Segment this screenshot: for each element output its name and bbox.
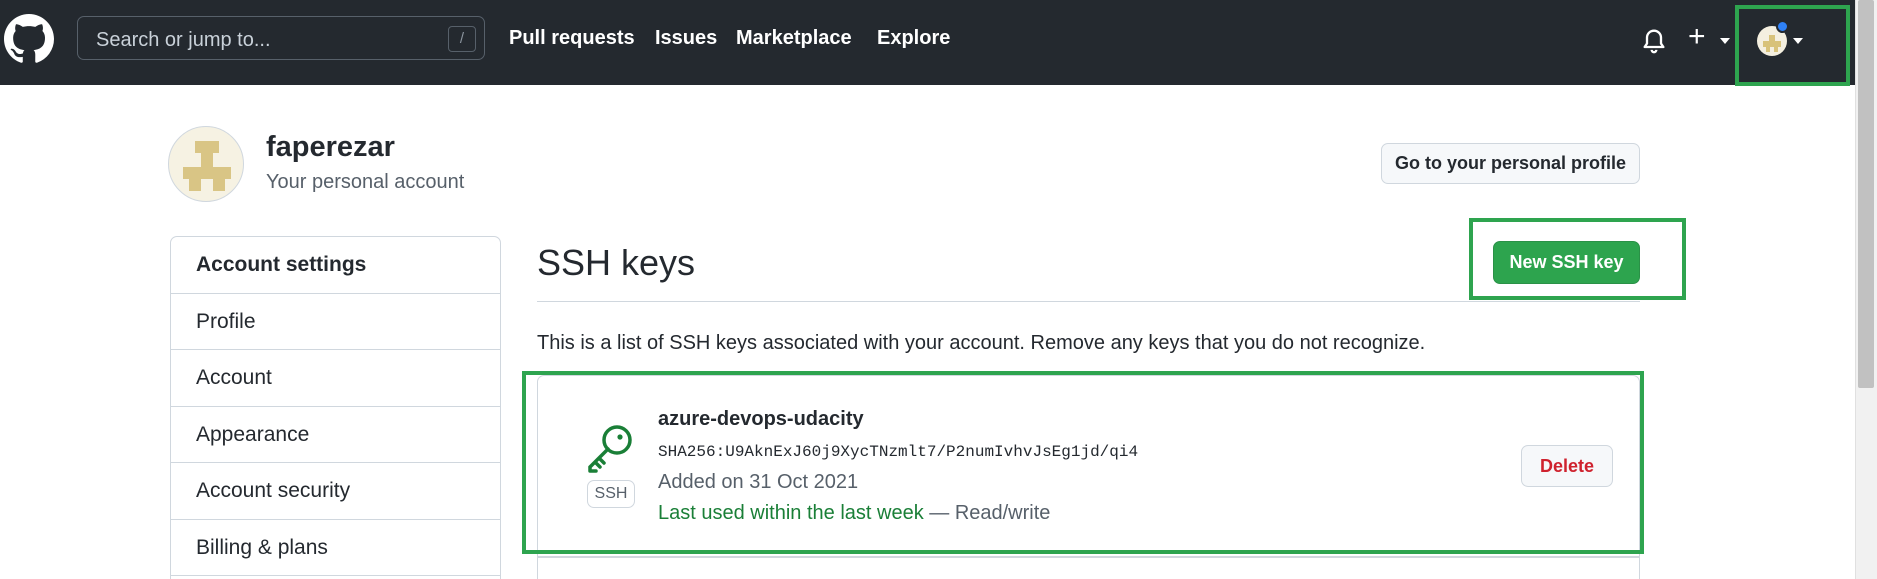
next-key-card — [537, 557, 1640, 579]
profile-username[interactable]: faperezar — [266, 131, 395, 164]
create-new-plus-icon[interactable]: + — [1688, 22, 1706, 52]
bell-icon[interactable] — [1640, 26, 1668, 54]
profile-avatar — [168, 126, 244, 202]
nav-pull-requests[interactable]: Pull requests — [509, 27, 635, 50]
search-input[interactable]: Search or jump to... / — [77, 16, 485, 60]
page-title: SSH keys — [537, 242, 696, 283]
search-placeholder: Search or jump to... — [96, 29, 271, 51]
nav-marketplace[interactable]: Marketplace — [736, 27, 852, 50]
sidebar-item-billing-plans[interactable]: Billing & plans — [171, 520, 500, 576]
search-shortcut-key: / — [448, 26, 476, 52]
top-header: Search or jump to... / Pull requests Iss… — [0, 0, 1855, 85]
nav-explore[interactable]: Explore — [877, 27, 950, 50]
highlight-box-avatar — [1735, 5, 1850, 86]
github-logo-icon[interactable] — [4, 14, 54, 64]
nav-issues[interactable]: Issues — [655, 27, 717, 50]
scrollbar-thumb[interactable] — [1858, 0, 1874, 388]
sidebar-item-profile[interactable]: Profile — [171, 294, 500, 350]
sidebar-item-account[interactable]: Account — [171, 350, 500, 407]
sidebar-item-account-security[interactable]: Account security — [171, 463, 500, 520]
profile-subtitle: Your personal account — [266, 171, 465, 193]
identicon-large-icon — [183, 141, 231, 191]
sidebar-item-appearance[interactable]: Appearance — [171, 407, 500, 463]
create-new-caret-icon[interactable] — [1720, 38, 1730, 44]
go-to-profile-button[interactable]: Go to your personal profile — [1381, 143, 1640, 184]
settings-sidebar: Account settings Profile Account Appeara… — [170, 236, 501, 579]
sidebar-heading-account-settings: Account settings — [171, 237, 500, 294]
highlight-box-key-card — [522, 371, 1644, 554]
title-divider — [537, 301, 1640, 302]
ssh-keys-description: This is a list of SSH keys associated wi… — [537, 332, 1426, 354]
highlight-box-new-key — [1469, 218, 1686, 300]
